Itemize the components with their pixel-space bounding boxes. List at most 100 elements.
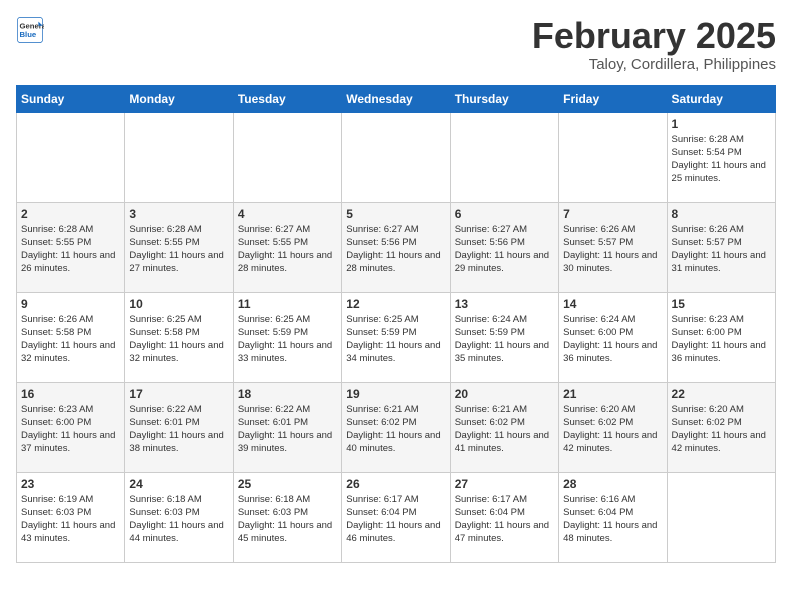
day-info: Sunrise: 6:27 AM Sunset: 5:56 PM Dayligh… [455,223,554,276]
day-number: 9 [21,297,120,311]
day-cell: 2 Sunrise: 6:28 AM Sunset: 5:55 PM Daylig… [17,202,125,292]
day-info: Sunrise: 6:18 AM Sunset: 6:03 PM Dayligh… [129,493,228,546]
day-info: Sunrise: 6:17 AM Sunset: 6:04 PM Dayligh… [455,493,554,546]
calendar-title: February 2025 [532,16,776,56]
day-info: Sunrise: 6:21 AM Sunset: 6:02 PM Dayligh… [346,403,445,456]
day-cell [342,112,450,202]
day-number: 28 [563,477,662,491]
day-number: 6 [455,207,554,221]
day-number: 11 [238,297,337,311]
day-cell: 3Sunrise: 6:28 AM Sunset: 5:55 PM Daylig… [125,202,233,292]
weekday-header-friday: Friday [559,85,667,112]
day-info: Sunrise: 6:21 AM Sunset: 6:02 PM Dayligh… [455,403,554,456]
day-cell: 27 Sunrise: 6:17 AM Sunset: 6:04 PM Dayli… [450,472,558,562]
day-info: Sunrise: 6:17 AM Sunset: 6:04 PM Dayligh… [346,493,445,546]
weekday-row: SundayMondayTuesdayWednesdayThursdayFrid… [17,85,776,112]
day-cell: 17 Sunrise: 6:22 AM Sunset: 6:01 PM Dayli… [125,382,233,472]
day-number: 8 [672,207,771,221]
day-number: 17 [129,387,228,401]
day-info: Sunrise: 6:26 AM Sunset: 5:58 PM Dayligh… [21,313,120,366]
day-cell: 12 Sunrise: 6:25 AM Sunset: 5:59 PM Dayli… [342,292,450,382]
day-cell: 5 Sunrise: 6:27 AM Sunset: 5:56 PM Daylig… [342,202,450,292]
weekday-header-wednesday: Wednesday [342,85,450,112]
day-info: Sunrise: 6:28 AM Sunset: 5:54 PM Dayligh… [672,133,771,186]
day-info: Sunrise: 6:25 AM Sunset: 5:58 PM Dayligh… [129,313,228,366]
day-cell: 26 Sunrise: 6:17 AM Sunset: 6:04 PM Dayli… [342,472,450,562]
weekday-header-thursday: Thursday [450,85,558,112]
day-info: Sunrise: 6:23 AM Sunset: 6:00 PM Dayligh… [672,313,771,366]
svg-text:General: General [20,22,45,31]
day-cell: 28 Sunrise: 6:16 AM Sunset: 6:04 PM Dayli… [559,472,667,562]
day-info: Sunrise: 6:16 AM Sunset: 6:04 PM Dayligh… [563,493,662,546]
day-info: Sunrise: 6:22 AM Sunset: 6:01 PM Dayligh… [129,403,228,456]
day-info: Sunrise: 6:28 AM Sunset: 5:55 PM Dayligh… [21,223,120,276]
day-cell [17,112,125,202]
day-cell: 16 Sunrise: 6:23 AM Sunset: 6:00 PM Dayli… [17,382,125,472]
day-info: Sunrise: 6:28 AM Sunset: 5:55 PM Dayligh… [129,223,228,276]
day-info: Sunrise: 6:20 AM Sunset: 6:02 PM Dayligh… [672,403,771,456]
weekday-header-sunday: Sunday [17,85,125,112]
day-info: Sunrise: 6:22 AM Sunset: 6:01 PM Dayligh… [238,403,337,456]
calendar-table: SundayMondayTuesdayWednesdayThursdayFrid… [16,85,776,563]
day-cell: 9 Sunrise: 6:26 AM Sunset: 5:58 PM Daylig… [17,292,125,382]
day-cell: 13Sunrise: 6:24 AM Sunset: 5:59 PM Dayli… [450,292,558,382]
calendar-header: SundayMondayTuesdayWednesdayThursdayFrid… [17,85,776,112]
day-cell: 22 Sunrise: 6:20 AM Sunset: 6:02 PM Dayli… [667,382,775,472]
day-cell: 4 Sunrise: 6:27 AM Sunset: 5:55 PM Daylig… [233,202,341,292]
day-number: 20 [455,387,554,401]
day-cell: 10 Sunrise: 6:25 AM Sunset: 5:58 PM Dayli… [125,292,233,382]
weekday-header-tuesday: Tuesday [233,85,341,112]
day-cell [125,112,233,202]
day-info: Sunrise: 6:27 AM Sunset: 5:55 PM Dayligh… [238,223,337,276]
logo-icon: General Blue [16,16,44,44]
day-number: 22 [672,387,771,401]
day-cell: 6 Sunrise: 6:27 AM Sunset: 5:56 PM Daylig… [450,202,558,292]
weekday-header-monday: Monday [125,85,233,112]
day-info: Sunrise: 6:27 AM Sunset: 5:56 PM Dayligh… [346,223,445,276]
day-info: Sunrise: 6:23 AM Sunset: 6:00 PM Dayligh… [21,403,120,456]
day-cell: 8 Sunrise: 6:26 AM Sunset: 5:57 PM Daylig… [667,202,775,292]
day-cell: 7Sunrise: 6:26 AM Sunset: 5:57 PM Daylig… [559,202,667,292]
day-number: 2 [21,207,120,221]
weekday-header-saturday: Saturday [667,85,775,112]
day-info: Sunrise: 6:20 AM Sunset: 6:02 PM Dayligh… [563,403,662,456]
day-number: 4 [238,207,337,221]
week-row-0: 1 Sunrise: 6:28 AM Sunset: 5:54 PM Daylig… [17,112,776,202]
page-header: General Blue February 2025 Taloy, Cordil… [16,16,776,73]
title-block: February 2025 Taloy, Cordillera, Philipp… [532,16,776,73]
day-info: Sunrise: 6:18 AM Sunset: 6:03 PM Dayligh… [238,493,337,546]
week-row-1: 2 Sunrise: 6:28 AM Sunset: 5:55 PM Daylig… [17,202,776,292]
day-cell: 23Sunrise: 6:19 AM Sunset: 6:03 PM Dayli… [17,472,125,562]
logo: General Blue [16,16,44,44]
day-info: Sunrise: 6:26 AM Sunset: 5:57 PM Dayligh… [672,223,771,276]
day-number: 24 [129,477,228,491]
day-cell: 14Sunrise: 6:24 AM Sunset: 6:00 PM Dayli… [559,292,667,382]
day-cell: 24 Sunrise: 6:18 AM Sunset: 6:03 PM Dayli… [125,472,233,562]
day-info: Sunrise: 6:25 AM Sunset: 5:59 PM Dayligh… [238,313,337,366]
day-number: 16 [21,387,120,401]
day-number: 14 [563,297,662,311]
day-cell: 1 Sunrise: 6:28 AM Sunset: 5:54 PM Daylig… [667,112,775,202]
day-cell: 15Sunrise: 6:23 AM Sunset: 6:00 PM Dayli… [667,292,775,382]
day-cell [559,112,667,202]
day-cell: 19Sunrise: 6:21 AM Sunset: 6:02 PM Dayli… [342,382,450,472]
day-cell: 21 Sunrise: 6:20 AM Sunset: 6:02 PM Dayli… [559,382,667,472]
day-number: 10 [129,297,228,311]
day-number: 26 [346,477,445,491]
calendar-body: 1 Sunrise: 6:28 AM Sunset: 5:54 PM Daylig… [17,112,776,562]
day-number: 5 [346,207,445,221]
day-number: 1 [672,117,771,131]
day-info: Sunrise: 6:25 AM Sunset: 5:59 PM Dayligh… [346,313,445,366]
week-row-3: 16 Sunrise: 6:23 AM Sunset: 6:00 PM Dayli… [17,382,776,472]
day-number: 25 [238,477,337,491]
day-number: 21 [563,387,662,401]
day-cell: 11 Sunrise: 6:25 AM Sunset: 5:59 PM Dayli… [233,292,341,382]
day-number: 12 [346,297,445,311]
day-number: 23 [21,477,120,491]
calendar-subtitle: Taloy, Cordillera, Philippines [532,56,776,73]
day-info: Sunrise: 6:24 AM Sunset: 5:59 PM Dayligh… [455,313,554,366]
svg-text:Blue: Blue [20,30,37,39]
day-number: 27 [455,477,554,491]
day-info: Sunrise: 6:26 AM Sunset: 5:57 PM Dayligh… [563,223,662,276]
week-row-4: 23Sunrise: 6:19 AM Sunset: 6:03 PM Dayli… [17,472,776,562]
